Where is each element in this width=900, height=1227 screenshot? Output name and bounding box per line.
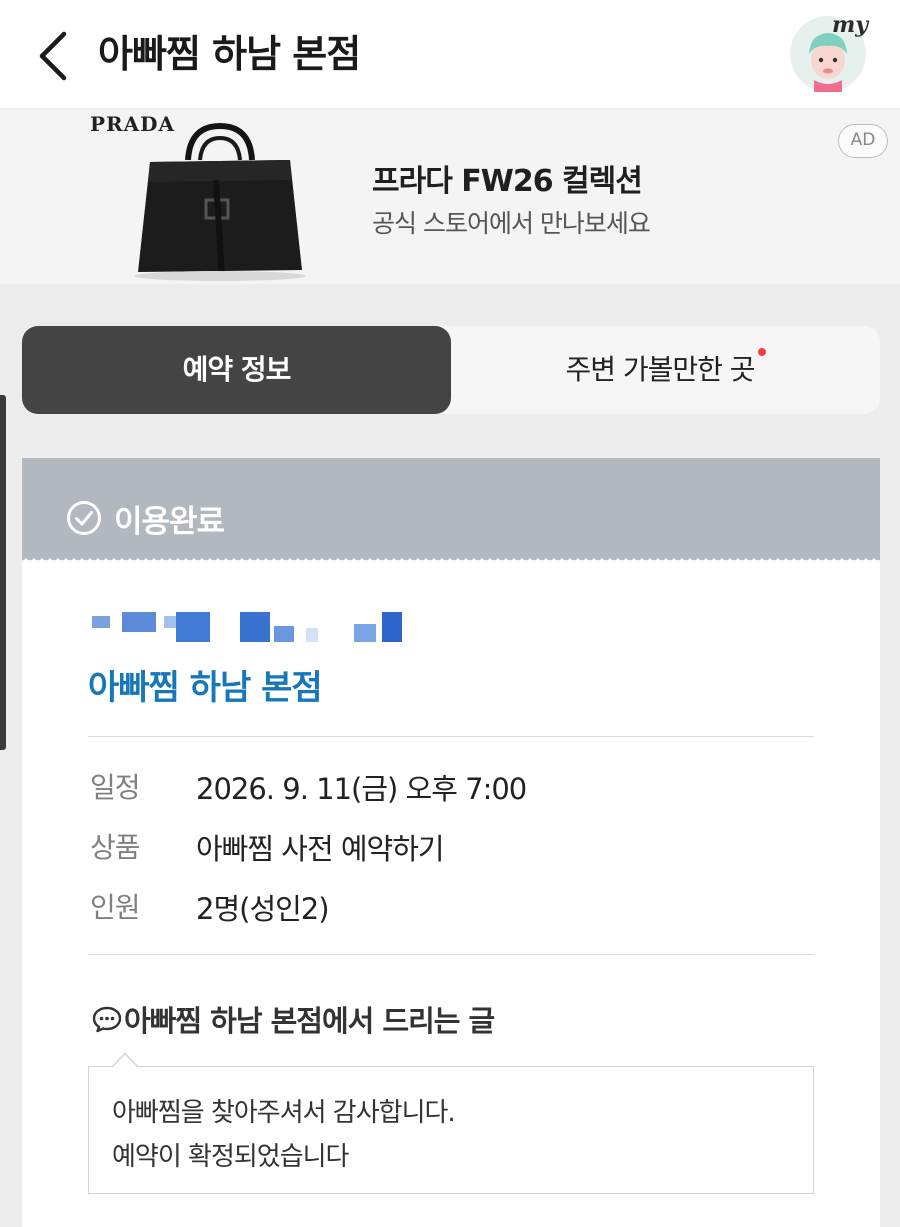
message-line: 아빠찜을 찾아주셔서 감사합니다. [112,1098,456,1128]
ad-banner[interactable]: PRADA 프라다 FW26 컬렉션 공식 스토어에서 만나보세요 AD [0,110,900,284]
status-label: 이용완료 [114,504,225,540]
tab-nearby-places[interactable]: 주변 가볼만한 곳 [451,326,880,414]
chevron-left-icon [39,31,67,81]
store-name: 아빠찜 하남 본점 [88,668,323,708]
schedule-value: 2026. 9. 11(금) 오후 7:00 [196,772,527,806]
redacted-reservation-id [92,612,412,644]
tab-reservation-info-label: 예약 정보 [182,353,292,386]
notification-dot [757,348,766,356]
guests-value: 2명(성인2) [196,892,330,926]
schedule-label: 일정 [90,771,141,804]
check-circle-icon [67,501,101,535]
ad-subtitle: 공식 스토어에서 만나보세요 [372,209,651,238]
page-title: 아빠찜 하남 본점 [98,32,361,76]
tab-bar: 예약 정보 주변 가볼만한 곳 [22,326,880,414]
product-label: 상품 [90,831,141,864]
ad-title: 프라다 FW26 컬렉션 [372,164,643,199]
my-avatar-button[interactable]: my [790,12,868,92]
divider [88,736,814,737]
tab-nearby-places-label: 주변 가볼만한 곳 [565,353,755,386]
status-banner: 이용완료 [22,458,880,560]
product-value: 아빠찜 사전 예약하기 [196,832,445,866]
message-heading-text: 아빠찜 하남 본점에서 드리는 글 [124,1004,495,1038]
speech-bubble-icon [92,1006,122,1033]
divider [88,954,814,955]
tab-reservation-info[interactable]: 예약 정보 [22,326,451,414]
edge-handle[interactable] [0,395,6,750]
message-line: 예약이 확정되었습니다 [112,1142,349,1172]
ad-badge: AD [838,124,888,158]
app-header: 아빠찜 하남 본점 my [0,0,900,108]
avatar-my-label: my [832,12,869,38]
message-box [88,1066,814,1194]
back-button[interactable] [30,28,80,84]
message-heading: 아빠찜 하남 본점에서 드리는 글 [92,998,495,1040]
handbag-image [134,122,306,281]
message-box-tail [112,1052,138,1068]
guests-label: 인원 [90,891,141,924]
